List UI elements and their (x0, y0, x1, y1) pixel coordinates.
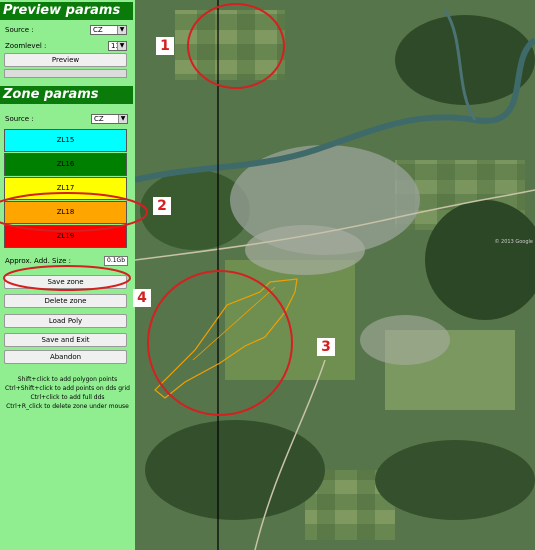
zone-params-header: Zone params (0, 86, 133, 104)
preview-source-value: CZ (93, 26, 103, 34)
annotation-label-3: 3 (317, 338, 335, 356)
map-watermark: © 2013 Google (494, 238, 533, 245)
approx-size-label: Approx. Add. Size : (5, 257, 72, 265)
abandon-button[interactable]: Abandon (4, 350, 127, 364)
help-text: Shift+click to add polygon points Ctrl+S… (2, 375, 133, 411)
annotation-label-4: 4 (133, 289, 151, 307)
preview-params-header: Preview params (0, 2, 133, 20)
help-line: Ctrl+click to add full dds (30, 394, 105, 401)
zl19-button[interactable]: ZL19 (4, 225, 127, 248)
zl15-button[interactable]: ZL15 (4, 129, 127, 152)
control-panel: Preview params Source : CZ ▼ Zoomlevel :… (0, 0, 135, 550)
load-poly-button[interactable]: Load Poly (4, 314, 127, 328)
zoomlevel-label: Zoomlevel : (5, 42, 47, 50)
zone-source-label: Source : (5, 115, 34, 123)
satellite-map[interactable]: © 2013 Google (135, 0, 535, 550)
annotation-label-1: 1 (156, 37, 174, 55)
preview-button[interactable]: Preview (4, 53, 127, 67)
zone-source-select[interactable]: CZ ▼ (91, 114, 128, 124)
chevron-down-icon: ▼ (118, 115, 127, 123)
zl17-button[interactable]: ZL17 (4, 177, 127, 200)
help-line: Ctrl+R_click to delete zone under mouse (6, 403, 129, 410)
zl18-button[interactable]: ZL18 (4, 201, 127, 224)
preview-source-label: Source : (5, 26, 34, 34)
chevron-down-icon: ▼ (117, 42, 126, 50)
approx-size-value: 0.1Gb (104, 256, 128, 266)
save-and-exit-button[interactable]: Save and Exit (4, 333, 127, 347)
help-line: Ctrl+Shift+click to add points on dds gr… (5, 385, 130, 392)
preview-source-select[interactable]: CZ ▼ (90, 25, 127, 35)
zl16-button[interactable]: ZL16 (4, 153, 127, 176)
save-zone-button[interactable]: Save zone (4, 275, 127, 289)
zone-source-value: CZ (94, 115, 104, 123)
zoomlevel-select[interactable]: 13 ▼ (108, 41, 127, 51)
delete-zone-button[interactable]: Delete zone (4, 294, 127, 308)
preview-progress-bar (4, 69, 127, 78)
annotation-label-2: 2 (153, 197, 171, 215)
chevron-down-icon: ▼ (117, 26, 126, 34)
help-line: Shift+click to add polygon points (17, 376, 118, 383)
